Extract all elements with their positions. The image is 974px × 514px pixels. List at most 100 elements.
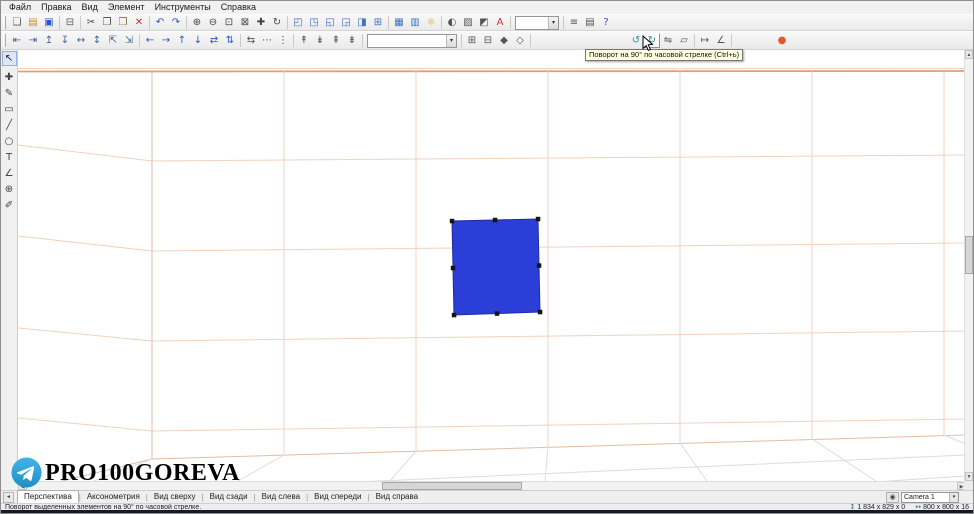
move-right-icon[interactable]: →	[158, 33, 174, 48]
view-tab-1[interactable]: Перспектива	[17, 490, 79, 504]
selection-handle[interactable]	[535, 216, 541, 222]
menu-element[interactable]: Элемент	[103, 1, 150, 14]
view-axonometric-icon[interactable]: ◳	[306, 15, 322, 30]
viewport[interactable]	[18, 50, 966, 481]
vertical-scroll-thumb[interactable]	[965, 236, 973, 274]
send-back-icon[interactable]: ⇟	[344, 33, 360, 48]
center-horizontal-icon[interactable]: ↔	[73, 33, 89, 48]
view-tab-3[interactable]: Вид сверху	[148, 491, 202, 503]
align-top-icon[interactable]: ↥	[41, 33, 57, 48]
camera-combo[interactable]: Camera 1 ▾	[901, 491, 959, 503]
help-icon[interactable]: ?	[598, 15, 614, 30]
menu-file[interactable]: Файл	[4, 1, 36, 14]
selection-handle[interactable]	[536, 263, 542, 268]
distribute-vertical-icon[interactable]: ⋮	[275, 33, 291, 48]
menu-tools[interactable]: Инструменты	[150, 1, 216, 14]
lower-icon[interactable]: ↡	[312, 33, 328, 48]
view-tab-5[interactable]: Вид слева	[256, 491, 306, 503]
split-view-icon[interactable]: ⊞	[370, 15, 386, 30]
paste-icon[interactable]: ❒	[115, 15, 131, 30]
zoom-window-icon[interactable]: ⊡	[221, 15, 237, 30]
draw-panel-tool-icon[interactable]: ✎	[2, 86, 17, 101]
move-deeper-icon[interactable]: ⇅	[222, 33, 238, 48]
eyedropper-tool-icon[interactable]: ✐	[2, 198, 17, 213]
scroll-up-arrow[interactable]: ▲	[965, 50, 973, 59]
textures-icon[interactable]: ▨	[460, 15, 476, 30]
view-side-icon[interactable]: ◨	[354, 15, 370, 30]
mirror-vertical-icon[interactable]: ▱	[676, 33, 692, 48]
move-left-icon[interactable]: ←	[142, 33, 158, 48]
view-front-icon[interactable]: ◲	[338, 15, 354, 30]
rectangle-tool-icon[interactable]: ▭	[2, 102, 17, 117]
raise-icon[interactable]: ↟	[296, 33, 312, 48]
menu-edit[interactable]: Правка	[36, 1, 76, 14]
line-tool-icon[interactable]: ╱	[2, 118, 17, 133]
center-vertical-icon[interactable]: ↕	[89, 33, 105, 48]
to-corner-icon[interactable]: ⇱	[105, 33, 121, 48]
view-perspective-icon[interactable]: ◰	[290, 15, 306, 30]
print-icon[interactable]: ⊟	[62, 15, 78, 30]
lock-icon[interactable]: ◇	[512, 33, 528, 48]
move-closer-icon[interactable]: ⇄	[206, 33, 222, 48]
toolbar-grip[interactable]	[3, 16, 6, 29]
toolbar-grip[interactable]	[3, 34, 6, 47]
ungroup-icon[interactable]: ⊟	[480, 33, 496, 48]
bring-front-icon[interactable]: ⇞	[328, 33, 344, 48]
orbit-view-icon[interactable]: ↻	[269, 15, 285, 30]
pan-tool-icon[interactable]: ✚	[2, 70, 17, 85]
measure-tool-icon[interactable]: ∠	[2, 166, 17, 181]
camera-combo-arrow[interactable]: ▾	[949, 492, 958, 502]
selection-handle[interactable]	[494, 311, 500, 316]
align-bottom-icon[interactable]: ↧	[57, 33, 73, 48]
zoom-in-icon[interactable]: ⊕	[189, 15, 205, 30]
materials-icon[interactable]: ◩	[476, 15, 492, 30]
structure-icon[interactable]: ≡	[566, 15, 582, 30]
save-icon[interactable]: ▣	[41, 15, 57, 30]
report-icon[interactable]: ▤	[582, 15, 598, 30]
group-icon[interactable]: ⊞	[464, 33, 480, 48]
open-folder-icon[interactable]: ▤	[25, 15, 41, 30]
shadows-icon[interactable]: ◐	[444, 15, 460, 30]
distribute-horizontal-icon[interactable]: ⋯	[259, 33, 275, 48]
cut-icon[interactable]: ✂	[83, 15, 99, 30]
dimensions-icon[interactable]: ↦	[697, 33, 713, 48]
scale-combo-arrow[interactable]: ▾	[548, 16, 558, 29]
view-top-icon[interactable]: ◱	[322, 15, 338, 30]
circle-tool-icon[interactable]: ○	[2, 134, 17, 149]
horizontal-scroll-thumb[interactable]	[382, 482, 522, 490]
camera-icon[interactable]: ◉	[886, 491, 899, 503]
selection-handle[interactable]	[451, 312, 457, 318]
light-icon[interactable]: ☼	[423, 15, 439, 30]
show-list-icon[interactable]: ▥	[407, 15, 423, 30]
menu-help[interactable]: Справка	[216, 1, 261, 14]
view-tab-2[interactable]: Аксонометрия	[81, 491, 146, 503]
copy-icon[interactable]: ❐	[99, 15, 115, 30]
menu-view[interactable]: Вид	[77, 1, 103, 14]
delete-icon[interactable]: ✕	[131, 15, 147, 30]
align-left-icon[interactable]: ⇤	[9, 33, 25, 48]
swap-icon[interactable]: ⇆	[243, 33, 259, 48]
to-floor-icon[interactable]: ⇲	[121, 33, 137, 48]
zoom-out-icon[interactable]: ⊖	[205, 15, 221, 30]
move-up-icon[interactable]: ↑	[174, 33, 190, 48]
scroll-down-arrow[interactable]: ▼	[965, 472, 973, 481]
auto-color-icon[interactable]: A	[492, 15, 508, 30]
view-tab-6[interactable]: Вид спереди	[308, 491, 367, 503]
view-tab-4[interactable]: Вид сзади	[204, 491, 254, 503]
record-icon[interactable]: ●	[774, 33, 790, 48]
show-grid-icon[interactable]: ▦	[391, 15, 407, 30]
text-tool-icon[interactable]: T	[2, 150, 17, 165]
tab-scroll-left-button[interactable]: ◄	[3, 491, 14, 503]
zoom-tool-icon[interactable]: ⊕	[2, 182, 17, 197]
select-tool-icon[interactable]: ↖	[1, 51, 17, 66]
selection-combo-arrow[interactable]: ▾	[446, 34, 456, 47]
redo-icon[interactable]: ↷	[168, 15, 184, 30]
new-file-icon[interactable]: ❏	[9, 15, 25, 30]
vertical-scrollbar[interactable]: ▲ ▼	[964, 50, 973, 481]
angle-icon[interactable]: ∠	[713, 33, 729, 48]
mirror-horizontal-icon[interactable]: ⇋	[660, 33, 676, 48]
zoom-all-icon[interactable]: ⊠	[237, 15, 253, 30]
selection-handle[interactable]	[492, 217, 498, 223]
selection-handle[interactable]	[450, 265, 456, 271]
snap-icon[interactable]: ◆	[496, 33, 512, 48]
